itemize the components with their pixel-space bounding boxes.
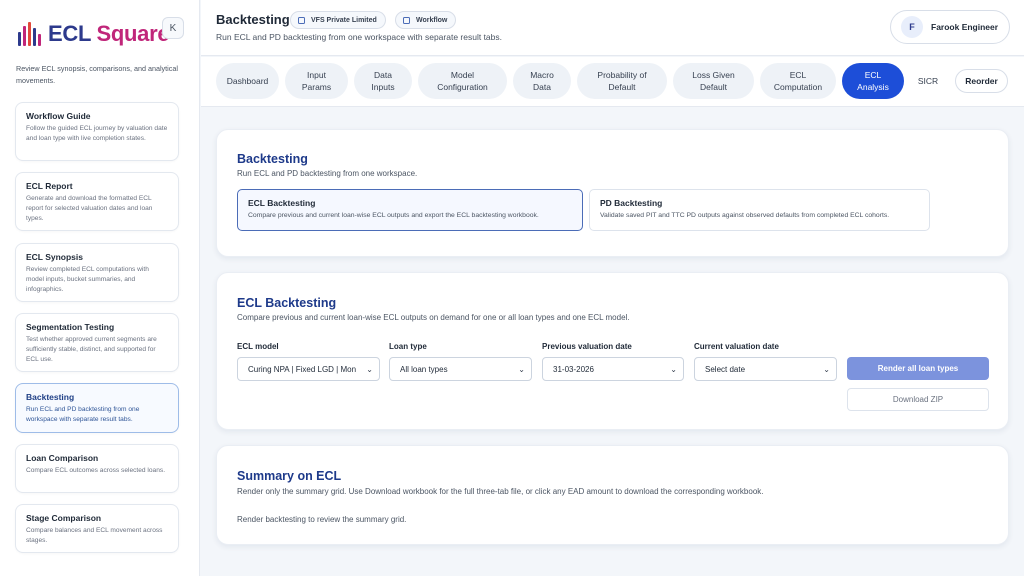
backtesting-panel: Backtesting Run ECL and PD backtesting f… <box>216 129 1009 257</box>
company-chip-label: VFS Private Limited <box>311 16 377 24</box>
option-title: PD Backtesting <box>600 198 663 208</box>
option-pd-backtesting[interactable]: PD Backtesting Validate saved PIT and TT… <box>589 189 930 231</box>
ecl-backtesting-subtitle: Compare previous and current loan-wise E… <box>237 313 630 322</box>
chevron-down-icon: ⌄ <box>823 365 830 374</box>
render-all-loan-types-button[interactable]: Render all loan types <box>847 357 989 380</box>
option-ecl-backtesting[interactable]: ECL Backtesting Compare previous and cur… <box>237 189 583 231</box>
logo-bars-icon <box>18 22 44 46</box>
sidebar-item-ecl-synopsis[interactable]: ECL Synopsis Review completed ECL comput… <box>15 243 179 302</box>
backtesting-subtitle: Run ECL and PD backtesting from one work… <box>237 169 418 178</box>
summary-subtitle: Render only the summary grid. Use Downlo… <box>237 487 764 496</box>
sidebar-item-desc: Review completed ECL computations with m… <box>26 266 149 293</box>
tab-input-params[interactable]: Input Params <box>285 63 348 99</box>
sidebar-item-loan-comparison[interactable]: Loan Comparison Compare ECL outcomes acr… <box>15 444 179 493</box>
tab-loss-given-default[interactable]: Loss Given Default <box>673 63 754 99</box>
sidebar-item-workflow-guide[interactable]: Workflow Guide Follow the guided ECL jou… <box>15 102 179 161</box>
sidebar-item-title: Loan Comparison <box>26 453 99 463</box>
workflow-chip-label: Workflow <box>416 16 448 24</box>
chevron-down-icon: ⌄ <box>518 365 525 374</box>
current-date-label: Current valuation date <box>694 342 779 351</box>
option-desc: Compare previous and current loan-wise E… <box>248 212 539 219</box>
logo-text-ecl: ECL <box>48 21 91 46</box>
tab-model-configuration[interactable]: Model Configuration <box>418 63 507 99</box>
ecl-backtesting-panel: ECL Backtesting Compare previous and cur… <box>216 272 1009 430</box>
workflow-icon <box>403 16 410 24</box>
sidebar-item-ecl-report[interactable]: ECL Report Generate and download the for… <box>15 172 179 231</box>
sidebar-item-desc: Generate and download the formatted ECL … <box>26 195 153 222</box>
avatar: F <box>901 16 923 38</box>
tab-ecl-analysis[interactable]: ECL Analysis <box>842 63 904 99</box>
sidebar-item-desc: Compare ECL outcomes across selected loa… <box>26 467 166 474</box>
option-desc: Validate saved PIT and TTC PD outputs ag… <box>600 212 890 219</box>
sidebar-item-segmentation-testing[interactable]: Segmentation Testing Test whether approv… <box>15 313 179 372</box>
sidebar-item-desc: Test whether approved current segments a… <box>26 336 157 363</box>
ecl-model-label: ECL model <box>237 342 279 351</box>
sidebar-item-desc: Run ECL and PD backtesting from one work… <box>26 406 140 423</box>
tab-data-inputs[interactable]: Data Inputs <box>354 63 412 99</box>
sidebar-item-title: Workflow Guide <box>26 111 91 121</box>
sidebar-item-title: Stage Comparison <box>26 513 102 523</box>
sidebar-item-desc: Compare balances and ECL movement across… <box>26 527 163 544</box>
current-date-select[interactable]: Select date ⌄ <box>694 357 837 381</box>
sidebar-item-title: ECL Synopsis <box>26 252 83 262</box>
page-title: Backtesting <box>216 12 290 27</box>
sidebar-item-title: Backtesting <box>26 392 75 402</box>
tab-ecl-computation[interactable]: ECL Computation <box>760 63 836 99</box>
chevron-down-icon: ⌄ <box>670 365 677 374</box>
backtesting-title: Backtesting <box>237 152 308 166</box>
download-zip-button[interactable]: Download ZIP <box>847 388 989 411</box>
loan-type-select[interactable]: All loan types ⌄ <box>389 357 532 381</box>
page-subtitle: Run ECL and PD backtesting from one work… <box>216 32 502 42</box>
summary-empty-state: Render backtesting to review the summary… <box>237 515 407 524</box>
logo-text-square: Square <box>96 21 170 46</box>
tab-dashboard[interactable]: Dashboard <box>216 63 279 99</box>
loan-type-label: Loan type <box>389 342 427 351</box>
sidebar-item-backtesting[interactable]: Backtesting Run ECL and PD backtesting f… <box>15 383 179 433</box>
sidebar-collapse-button[interactable]: K <box>162 17 184 39</box>
ecl-backtesting-title: ECL Backtesting <box>237 296 337 310</box>
user-name: Farook Engineer <box>931 22 999 32</box>
tab-probability-of-default[interactable]: Probability of Default <box>577 63 667 99</box>
sidebar-item-title: Segmentation Testing <box>26 322 115 332</box>
sidebar: ECL Square K Review ECL synopsis, compar… <box>0 0 200 576</box>
summary-title: Summary on ECL <box>237 469 342 483</box>
building-icon <box>298 16 305 24</box>
company-chip[interactable]: VFS Private Limited <box>290 11 386 29</box>
sidebar-item-stage-comparison[interactable]: Stage Comparison Compare balances and EC… <box>15 504 179 553</box>
sidebar-item-desc: Follow the guided ECL journey by valuati… <box>26 125 168 142</box>
page-header: Backtesting VFS Private Limited Workflow… <box>201 0 1024 56</box>
previous-date-label: Previous valuation date <box>542 342 632 351</box>
workflow-chip[interactable]: Workflow <box>395 11 457 29</box>
summary-panel: Summary on ECL Render only the summary g… <box>216 445 1009 545</box>
previous-date-select[interactable]: 31-03-2026 ⌄ <box>542 357 684 381</box>
option-title: ECL Backtesting <box>248 198 316 208</box>
loan-type-value: All loan types <box>400 364 448 374</box>
ecl-model-select[interactable]: Curing NPA | Fixed LGD | Mon ⌄ <box>237 357 380 381</box>
previous-date-value: 31-03-2026 <box>553 364 594 374</box>
user-menu[interactable]: F Farook Engineer <box>890 10 1010 44</box>
reorder-button[interactable]: Reorder <box>955 69 1008 93</box>
sidebar-item-title: ECL Report <box>26 181 73 191</box>
ecl-model-value: Curing NPA | Fixed LGD | Mon <box>248 364 357 374</box>
sidebar-description: Review ECL synopsis, comparisons, and an… <box>16 64 178 85</box>
chevron-down-icon: ⌄ <box>366 365 373 374</box>
tab-sicr[interactable]: SICR <box>910 63 946 99</box>
tab-macro-data[interactable]: Macro Data <box>513 63 571 99</box>
module-tab-bar: Dashboard Input Params Data Inputs Model… <box>201 57 1024 107</box>
current-date-value: Select date <box>705 364 746 374</box>
